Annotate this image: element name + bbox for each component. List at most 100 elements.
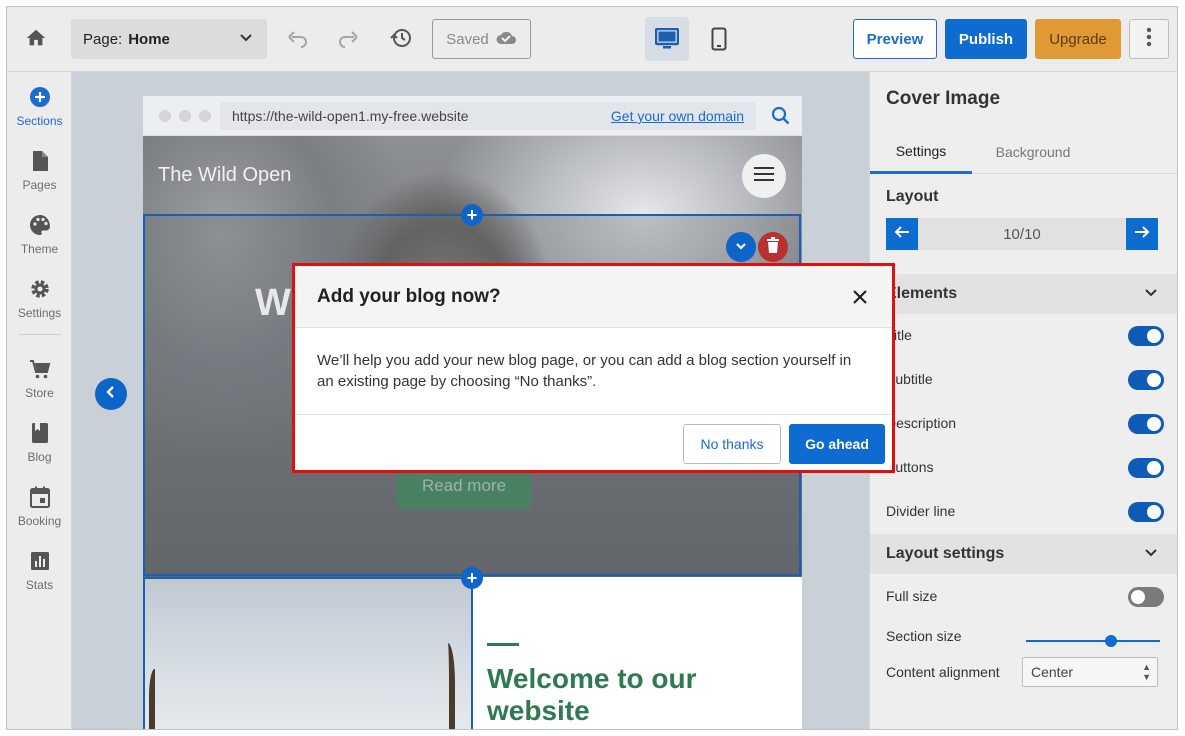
get-domain-link[interactable]: Get your own domain bbox=[611, 108, 744, 124]
buttons-toggle[interactable] bbox=[1128, 458, 1164, 478]
add-section-above-button[interactable]: + bbox=[461, 204, 483, 226]
slider-track bbox=[1026, 640, 1160, 642]
add-blog-dialog: Add your blog now? We’ll help you add yo… bbox=[292, 263, 895, 473]
element-row-title: Title bbox=[870, 314, 1177, 358]
sidebar-item-booking[interactable]: Booking bbox=[7, 484, 72, 540]
layout-settings-group-header[interactable]: Layout settings bbox=[870, 534, 1177, 574]
trash-icon bbox=[766, 236, 780, 258]
element-label: Divider line bbox=[886, 503, 956, 519]
dialog-header: Add your blog now? bbox=[295, 266, 892, 328]
layout-value: 10/10 bbox=[1003, 225, 1041, 243]
section-size-slider[interactable] bbox=[1026, 635, 1160, 647]
sidebar-item-label: Booking bbox=[17, 514, 62, 528]
updown-arrows-icon: ▲ ▼ bbox=[1142, 662, 1151, 682]
element-row-divider: Divider line bbox=[870, 490, 1177, 534]
no-thanks-button[interactable]: No thanks bbox=[683, 424, 781, 464]
deer-image bbox=[143, 577, 473, 729]
welcome-section[interactable]: + Welcome to our website bbox=[143, 567, 802, 729]
layout-next-button[interactable] bbox=[1126, 218, 1158, 250]
full-size-toggle[interactable] bbox=[1128, 587, 1164, 607]
sidebar-divider bbox=[19, 334, 61, 335]
cover-heading[interactable]: W bbox=[255, 282, 291, 325]
mobile-icon bbox=[711, 27, 727, 56]
browser-url-bar: https://the-wild-open1.my-free.website G… bbox=[143, 96, 802, 136]
elements-header-label: Elements bbox=[886, 285, 958, 302]
desktop-icon bbox=[654, 27, 680, 55]
book-icon bbox=[31, 420, 49, 446]
dialog-title: Add your blog now? bbox=[317, 286, 501, 307]
properties-panel: Cover Image Settings Background Layout 1… bbox=[869, 72, 1177, 729]
delete-section-button[interactable] bbox=[758, 232, 788, 262]
full-size-row: Full size bbox=[870, 575, 1177, 619]
sidebar-item-theme[interactable]: Theme bbox=[7, 212, 72, 268]
chevron-left-icon bbox=[105, 385, 117, 404]
site-title[interactable]: The Wild Open bbox=[158, 164, 291, 187]
sidebar-item-pages[interactable]: Pages bbox=[7, 148, 72, 204]
gear-icon bbox=[29, 276, 51, 302]
sidebar-item-blog[interactable]: Blog bbox=[7, 420, 72, 476]
upgrade-button[interactable]: Upgrade bbox=[1035, 19, 1121, 59]
url-text: https://the-wild-open1.my-free.website bbox=[232, 108, 469, 124]
top-toolbar: Page: Home Saved Preview Publish Upgrade bbox=[7, 7, 1177, 72]
page-select-value: Home bbox=[128, 30, 170, 48]
mobile-view-button[interactable] bbox=[697, 17, 741, 61]
redo-icon[interactable] bbox=[337, 27, 361, 51]
sidebar-item-store[interactable]: Store bbox=[7, 356, 72, 412]
home-icon[interactable] bbox=[25, 27, 47, 49]
dialog-divider bbox=[295, 414, 892, 415]
content-alignment-select[interactable]: Center ▲ ▼ bbox=[1022, 657, 1158, 687]
kebab-menu-icon bbox=[1146, 27, 1152, 52]
sidebar-item-sections[interactable]: Sections bbox=[7, 84, 72, 140]
page-select[interactable]: Page: Home bbox=[71, 19, 267, 59]
undo-icon[interactable] bbox=[285, 27, 309, 51]
history-icon[interactable] bbox=[389, 26, 413, 50]
editor-app: Page: Home Saved Preview Publish Upgrade… bbox=[6, 6, 1178, 730]
tab-background[interactable]: Background bbox=[980, 130, 1086, 174]
arrow-right-icon bbox=[1134, 225, 1150, 244]
content-alignment-label: Content alignment bbox=[886, 664, 1000, 680]
tab-settings[interactable]: Settings bbox=[870, 130, 972, 174]
cart-icon bbox=[29, 356, 51, 382]
desktop-view-button[interactable] bbox=[645, 17, 689, 61]
title-toggle[interactable] bbox=[1128, 326, 1164, 346]
section-controls bbox=[726, 232, 790, 262]
antler-left bbox=[149, 669, 163, 729]
left-sidebar: Sections Pages Theme Settings Store Blog… bbox=[7, 72, 72, 729]
move-down-button[interactable] bbox=[726, 232, 756, 262]
more-options-button[interactable] bbox=[1129, 19, 1169, 59]
saved-button[interactable]: Saved bbox=[432, 19, 531, 59]
elements-group-header[interactable]: Elements bbox=[870, 274, 1177, 314]
add-section-between-button[interactable]: + bbox=[461, 567, 483, 589]
page-select-label: Page: bbox=[83, 30, 123, 48]
divider-line bbox=[487, 643, 519, 646]
slider-knob[interactable] bbox=[1105, 635, 1117, 647]
sidebar-item-settings[interactable]: Settings bbox=[7, 276, 72, 332]
url-field: https://the-wild-open1.my-free.website G… bbox=[220, 102, 756, 130]
sidebar-item-label: Theme bbox=[20, 242, 59, 256]
sidebar-item-label: Stats bbox=[25, 578, 54, 592]
sidebar-item-label: Blog bbox=[27, 450, 52, 464]
layout-prev-button[interactable] bbox=[886, 218, 918, 250]
sidebar-item-label: Store bbox=[25, 386, 54, 400]
subtitle-toggle[interactable] bbox=[1128, 370, 1164, 390]
calendar-icon bbox=[29, 484, 50, 510]
welcome-heading[interactable]: Welcome to our website bbox=[487, 663, 787, 727]
collapse-arrow-button[interactable] bbox=[95, 378, 127, 410]
description-toggle[interactable] bbox=[1128, 414, 1164, 434]
menu-button[interactable] bbox=[742, 154, 786, 198]
plus-circle-icon bbox=[29, 84, 51, 110]
sidebar-item-stats[interactable]: Stats bbox=[7, 548, 72, 604]
divider-line-toggle[interactable] bbox=[1128, 502, 1164, 522]
layout-label: Layout bbox=[886, 188, 939, 205]
preview-button[interactable]: Preview bbox=[853, 19, 937, 59]
dialog-message: We’ll help you add your new blog page, o… bbox=[317, 352, 852, 390]
publish-button[interactable]: Publish bbox=[945, 19, 1027, 59]
chevron-down-icon bbox=[735, 238, 747, 256]
saved-label: Saved bbox=[446, 30, 489, 48]
element-row-subtitle: Subtitle bbox=[870, 358, 1177, 402]
close-icon[interactable] bbox=[849, 286, 871, 308]
full-size-label: Full size bbox=[886, 588, 938, 604]
search-icon[interactable] bbox=[771, 106, 791, 131]
panel-title: Cover Image bbox=[886, 88, 1001, 109]
go-ahead-button[interactable]: Go ahead bbox=[789, 424, 885, 464]
